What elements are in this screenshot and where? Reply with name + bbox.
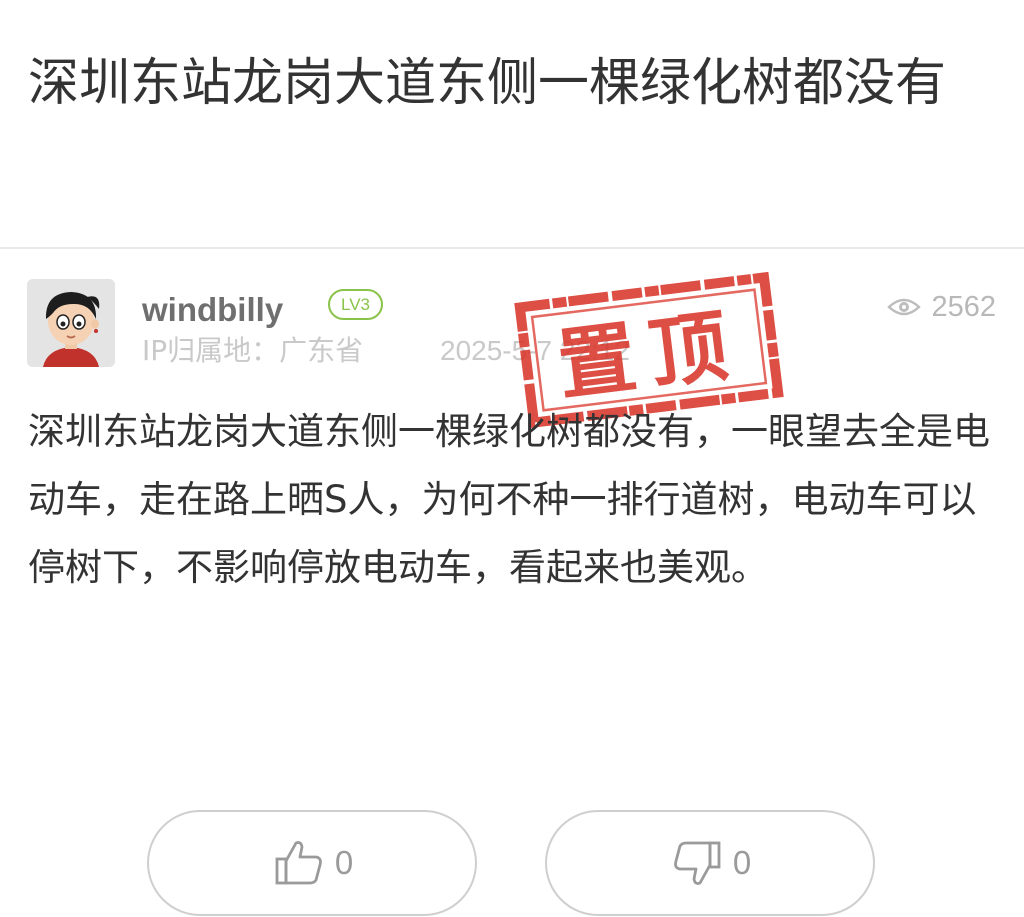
downvote-button[interactable]: 0 (545, 810, 875, 916)
title-divider (0, 247, 1024, 249)
view-count: 2562 (887, 287, 996, 327)
thumbs-down-icon (673, 841, 721, 885)
level-badge: LV3 (328, 289, 383, 320)
downvote-count: 0 (732, 844, 752, 881)
thumbs-up-icon (275, 841, 322, 885)
post-title: 深圳东站龙岗大道东侧一棵绿化树都没有 (28, 54, 947, 113)
upvote-button[interactable]: 0 (147, 810, 477, 916)
cartoon-avatar-icon (27, 279, 115, 367)
author-username[interactable]: windbilly (142, 288, 283, 332)
post-page: 深圳东站龙岗大道东侧一棵绿化树都没有 windbilly LV3 2562 IP… (0, 0, 1024, 917)
author-avatar[interactable] (27, 279, 115, 367)
view-count-value: 2562 (931, 290, 996, 323)
eye-icon (887, 298, 922, 316)
ip-location: IP归属地：广东省 (142, 334, 364, 367)
post-body: 深圳东站龙岗大道东侧一棵绿化树都没有，一眼望去全是电动车，走在路上晒S人，为何不… (28, 410, 990, 589)
upvote-count: 0 (334, 844, 354, 881)
